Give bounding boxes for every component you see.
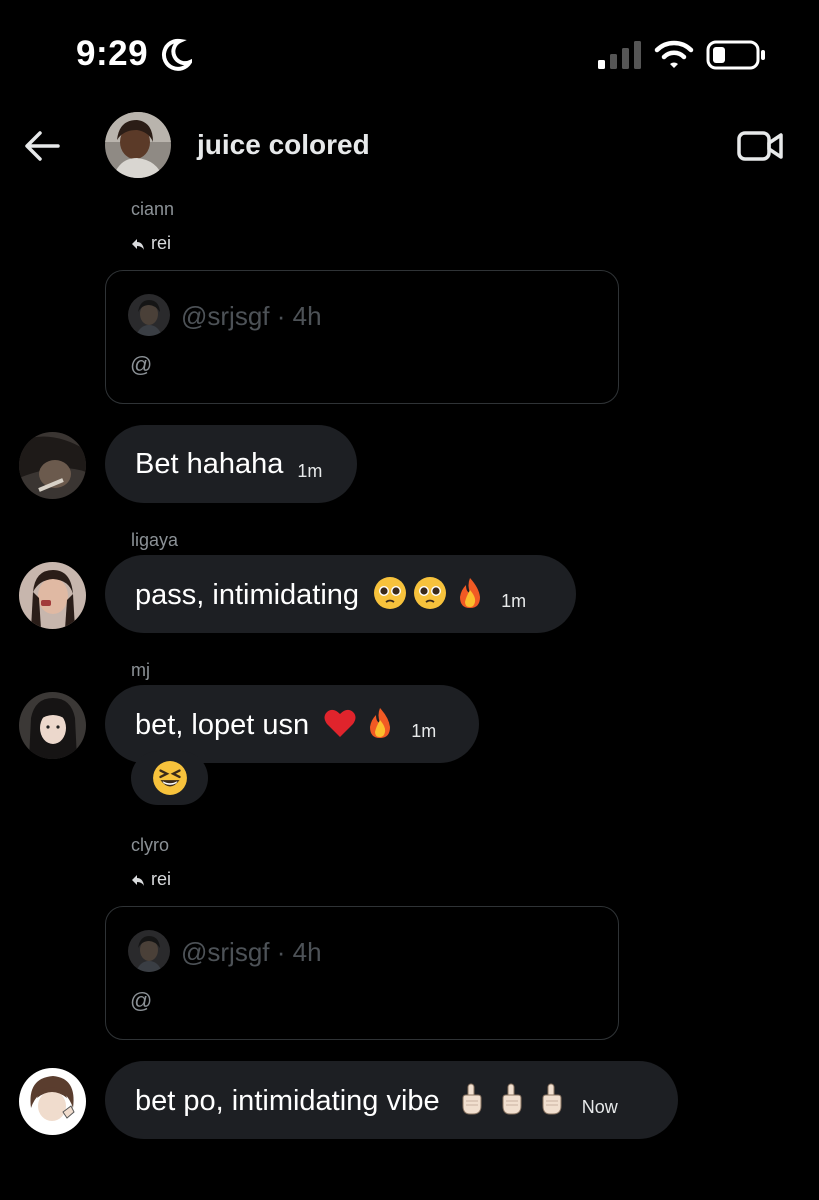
reply-to-name: rei <box>151 233 172 253</box>
cellular-signal-icon <box>598 41 641 69</box>
message-sender: clyro <box>131 835 170 855</box>
sender-avatar[interactable] <box>19 692 86 759</box>
reply-arrow-icon <box>132 874 144 886</box>
quoted-post-card[interactable]: @srjsgf · 4h @ <box>105 270 619 404</box>
grinning-squinting-face-icon <box>152 761 187 795</box>
message-reaction[interactable] <box>131 751 208 805</box>
index-pointing-up-icon <box>542 1083 562 1115</box>
message-time: Now <box>581 1096 618 1117</box>
fire-icon <box>460 578 481 608</box>
message-text: pass, intimidating <box>135 576 487 612</box>
sender-avatar[interactable] <box>19 1068 86 1135</box>
quoted-handle: @srjsgf · 4h <box>181 301 322 331</box>
red-heart-icon <box>324 709 356 737</box>
dm-thread-screen: 9:29 juice colored ciann rei @srjsgf · 4… <box>0 0 819 1200</box>
quoted-user-avatar <box>128 930 170 972</box>
sender-avatar[interactable] <box>19 562 86 629</box>
index-pointing-up-icon <box>462 1083 482 1115</box>
group-avatar[interactable] <box>105 112 171 178</box>
reply-to-name: rei <box>151 869 172 889</box>
quoted-text: @ <box>130 988 153 1013</box>
reply-indicator: rei <box>131 233 171 254</box>
message-time: 1m <box>501 590 527 611</box>
video-call-icon[interactable] <box>736 126 784 166</box>
status-time: 9:29 <box>76 34 149 73</box>
message-time: 1m <box>297 460 323 481</box>
battery-icon <box>706 40 765 70</box>
message-sender: mj <box>131 660 150 680</box>
pleading-face-icon <box>374 577 407 609</box>
message-time: 1m <box>411 720 437 741</box>
quoted-text: @ <box>130 352 153 377</box>
message-sender: ciann <box>131 199 175 219</box>
message-bubble[interactable]: pass, intimidating 1m <box>105 555 576 633</box>
moon-icon <box>161 38 192 71</box>
pleading-face-icon <box>414 577 447 609</box>
quoted-user-avatar <box>128 294 170 336</box>
conversation-title[interactable]: juice colored <box>197 129 370 161</box>
message-bubble[interactable]: Bet hahaha 1m <box>105 425 357 503</box>
reply-arrow-icon <box>132 238 144 250</box>
message-text: bet po, intimidating vibe <box>135 1082 568 1118</box>
message-text: Bet hahaha <box>135 447 284 480</box>
message-text: bet, lopet usn <box>135 706 397 742</box>
index-pointing-up-icon <box>502 1083 522 1115</box>
wifi-icon <box>654 40 694 68</box>
message-bubble[interactable]: bet po, intimidating vibe Now <box>105 1061 678 1139</box>
quoted-handle: @srjsgf · 4h <box>181 937 322 967</box>
message-sender: ligaya <box>131 530 179 550</box>
reply-indicator: rei <box>131 869 171 890</box>
back-arrow-icon[interactable] <box>22 126 62 166</box>
quoted-post-card[interactable]: @srjsgf · 4h @ <box>105 906 619 1040</box>
fire-icon <box>370 708 391 738</box>
sender-avatar[interactable] <box>19 432 86 499</box>
